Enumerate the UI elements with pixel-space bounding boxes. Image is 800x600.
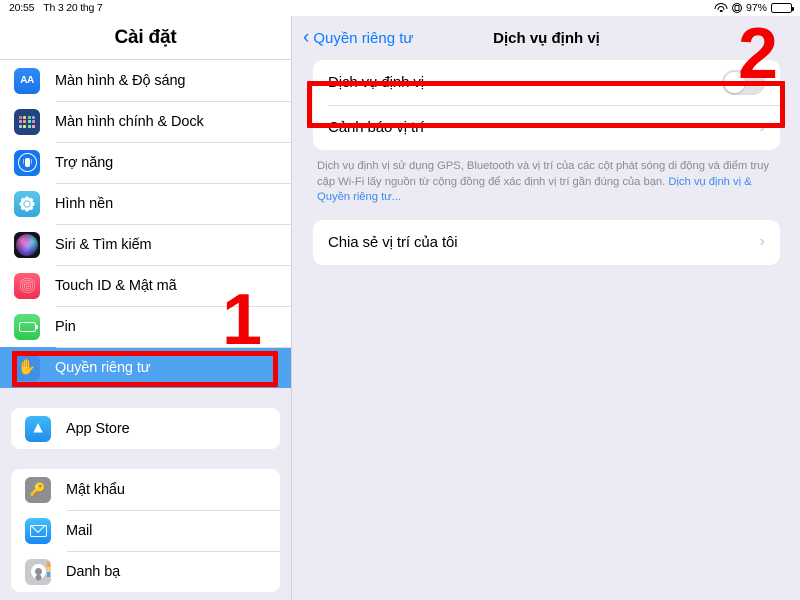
battery-percent: 97% <box>745 2 767 14</box>
sidebar-item-label: App Store <box>66 420 130 437</box>
chevron-right-icon: › <box>759 233 765 250</box>
status-bar-right: 97% <box>714 2 800 14</box>
mail-icon <box>25 517 51 544</box>
sidebar-item-passwords[interactable]: 🔑 Mật khẩu <box>11 469 280 510</box>
sidebar-item-mail[interactable]: Mail <box>11 510 280 551</box>
sidebar-item-label: Màn hình & Độ sáng <box>55 72 186 89</box>
sidebar-group-1: AA Màn hình & Độ sáng Màn hình chính & D… <box>0 60 291 388</box>
sidebar-item-display-brightness[interactable]: AA Màn hình & Độ sáng <box>0 60 291 101</box>
chevron-left-icon: ‹ <box>303 26 310 48</box>
sidebar-item-label: Mật khẩu <box>66 481 125 498</box>
wallpaper-icon <box>14 190 40 217</box>
passwords-key-icon: 🔑 <box>25 476 51 503</box>
app-store-icon: ▲ <box>25 415 51 442</box>
sidebar-item-contacts[interactable]: Danh bạ <box>11 551 280 592</box>
sidebar-item-home-screen-dock[interactable]: Màn hình chính & Dock <box>0 101 291 142</box>
status-bar: 20:55 Th 3 20 thg 7 97% <box>0 0 800 16</box>
chevron-right-icon: › <box>759 118 765 136</box>
sidebar-item-label: Trợ năng <box>55 154 114 171</box>
wifi-icon <box>714 3 728 13</box>
status-time: 20:55 <box>9 2 35 14</box>
sidebar-group-3: 🔑 Mật khẩu Mail Danh bạ <box>11 469 280 592</box>
battery-settings-icon <box>14 313 40 340</box>
rotation-lock-icon <box>731 3 742 13</box>
contacts-icon <box>25 558 51 585</box>
sidebar-item-label: Touch ID & Mật mã <box>55 277 177 294</box>
row-label: Chia sẻ vị trí của tôi <box>328 233 458 251</box>
back-button-label: Quyền riêng tư <box>313 29 414 47</box>
settings-sidebar: Cài đặt AA Màn hình & Độ sáng Màn hình c… <box>0 16 292 600</box>
sidebar-item-label: Pin <box>55 318 76 335</box>
sidebar-item-accessibility[interactable]: Trợ năng <box>0 142 291 183</box>
home-screen-dock-icon <box>14 108 40 135</box>
sidebar-group-2: ▲ App Store <box>11 408 280 449</box>
row-share-my-location[interactable]: Chia sẻ vị trí của tôi › <box>313 220 780 265</box>
row-label: Dịch vụ định vị <box>328 74 425 91</box>
display-brightness-icon: AA <box>14 67 40 94</box>
location-services-footer: Dịch vụ định vị sử dụng GPS, Bluetooth v… <box>317 159 776 206</box>
page-title: Cài đặt <box>114 26 177 48</box>
sidebar-item-privacy[interactable]: ✋ Quyền riêng tư <box>0 347 291 388</box>
battery-icon <box>771 3 794 13</box>
sidebar-item-label: Danh bạ <box>66 563 121 580</box>
siri-search-icon <box>14 231 40 258</box>
sidebar-item-label: Hình nền <box>55 195 114 212</box>
sidebar-item-touch-id[interactable]: Touch ID & Mật mã <box>0 265 291 306</box>
sidebar-item-label: Màn hình chính & Dock <box>55 113 204 130</box>
sidebar-item-siri-search[interactable]: Siri & Tìm kiếm <box>0 224 291 265</box>
touch-id-icon <box>14 272 40 299</box>
share-location-card: Chia sẻ vị trí của tôi › <box>313 219 780 265</box>
detail-header: ‹ Quyền riêng tư Dịch vụ định vị <box>293 16 800 60</box>
sidebar-item-label: Quyền riêng tư <box>55 359 151 376</box>
sidebar-item-label: Mail <box>66 522 93 539</box>
status-date: Th 3 20 thg 7 <box>43 2 103 14</box>
ipad-settings-screen: 20:55 Th 3 20 thg 7 97% Cài đặt AA Màn h… <box>0 0 800 600</box>
sidebar-item-label: Siri & Tìm kiếm <box>55 236 152 253</box>
location-services-card: Dịch vụ định vị Cảnh báo vị trí › <box>313 60 780 150</box>
location-services-toggle[interactable] <box>722 70 765 95</box>
privacy-hand-icon: ✋ <box>14 354 40 381</box>
row-location-services[interactable]: Dịch vụ định vị <box>313 60 780 105</box>
sidebar-item-app-store[interactable]: ▲ App Store <box>11 408 280 449</box>
sidebar-item-battery[interactable]: Pin <box>0 306 291 347</box>
row-label: Cảnh báo vị trí <box>328 119 425 136</box>
sidebar-header: Cài đặt <box>0 16 291 60</box>
detail-panel: ‹ Quyền riêng tư Dịch vụ định vị Dịch vụ… <box>293 16 800 600</box>
row-location-alerts[interactable]: Cảnh báo vị trí › <box>313 105 780 150</box>
accessibility-icon <box>14 149 40 176</box>
sidebar-item-wallpaper[interactable]: Hình nền <box>0 183 291 224</box>
status-bar-left: 20:55 Th 3 20 thg 7 <box>0 2 103 14</box>
back-button[interactable]: ‹ Quyền riêng tư <box>303 26 414 48</box>
